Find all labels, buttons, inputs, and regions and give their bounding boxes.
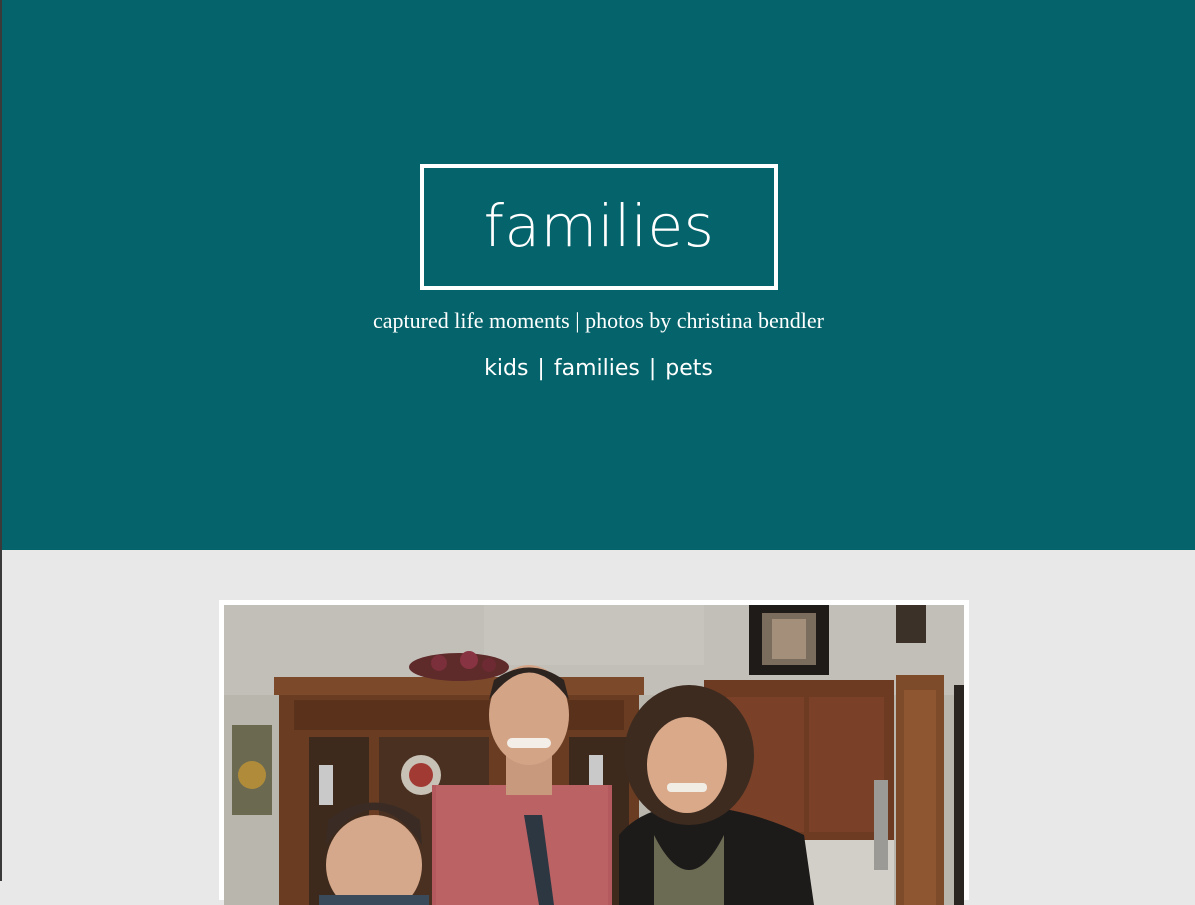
site-tagline: captured life moments | photos by christ… — [372, 308, 824, 333]
family-photo[interactable] — [224, 605, 964, 905]
title-box[interactable]: families — [420, 164, 778, 290]
nav-link-pets[interactable]: pets — [665, 356, 713, 381]
category-nav: kids | families | pets — [2, 356, 1195, 381]
family-photo-image — [224, 605, 964, 905]
nav-separator: | — [648, 356, 657, 381]
page-title: families — [483, 192, 715, 260]
nav-link-kids[interactable]: kids — [484, 356, 528, 381]
nav-link-families[interactable]: families — [554, 356, 640, 381]
hero-header: families captured life moments | photos … — [2, 0, 1195, 550]
photo-frame — [219, 600, 969, 905]
left-border — [0, 0, 2, 881]
nav-separator: | — [537, 356, 545, 381]
